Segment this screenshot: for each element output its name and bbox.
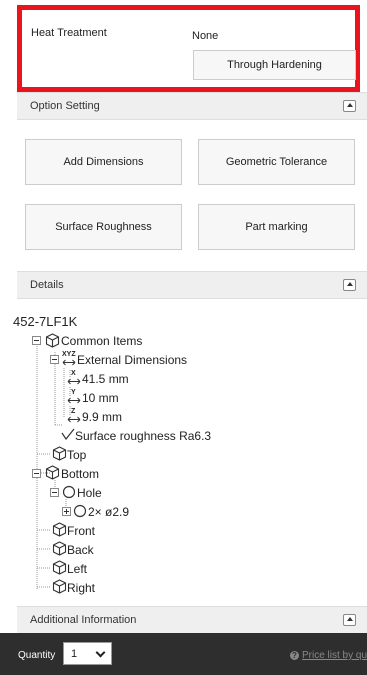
cube-icon — [52, 446, 67, 461]
quantity-select[interactable]: 1 — [63, 642, 112, 665]
price-list-link[interactable]: ?Price list by quanti — [290, 650, 367, 661]
collapse-icon[interactable] — [343, 614, 356, 626]
tree-hole[interactable]: Hole — [77, 486, 102, 500]
tree-bottom[interactable]: Bottom — [61, 467, 99, 481]
chevron-down-icon — [95, 647, 106, 658]
y-axis-icon: Y — [71, 389, 76, 396]
collapse-minus-icon[interactable] — [50, 355, 60, 365]
part-number: 452-7LF1K — [13, 314, 78, 329]
cube-icon — [52, 560, 67, 575]
tree-common-items[interactable]: Common Items — [61, 334, 142, 348]
footer-bar: Quantity 1 ?Price list by quanti — [0, 633, 367, 675]
arrow-both-icon — [62, 359, 76, 366]
expand-plus-icon[interactable] — [62, 507, 72, 517]
additional-information-header[interactable]: Additional Information — [17, 606, 367, 634]
z-axis-icon: Z — [71, 408, 76, 415]
tree-external-dimensions[interactable]: External Dimensions — [77, 353, 187, 367]
tree-dim-z: 9.9 mm — [82, 410, 123, 424]
tree-surface-roughness[interactable]: Surface roughness Ra6.3 — [75, 429, 211, 443]
cube-icon — [52, 579, 67, 594]
arrow-both-icon — [67, 378, 81, 385]
tree-hole-detail[interactable]: 2× ø2.9 — [88, 505, 129, 519]
cube-icon — [52, 541, 67, 556]
roughness-symbol-icon — [61, 428, 75, 440]
tree-back[interactable]: Back — [67, 543, 94, 557]
collapse-minus-icon[interactable] — [32, 469, 42, 479]
xyz-icon: XYZ — [62, 351, 76, 358]
arrow-both-icon — [67, 397, 81, 404]
tree-right[interactable]: Right — [67, 581, 95, 595]
collapse-minus-icon[interactable] — [32, 336, 42, 346]
tree-front[interactable]: Front — [67, 524, 95, 538]
tree-dim-x: 41.5 mm — [82, 372, 129, 386]
price-list-link-text: Price list by quanti — [302, 650, 367, 661]
tree-dim-y: 10 mm — [82, 391, 119, 405]
quantity-label: Quantity — [18, 650, 56, 661]
tree-left[interactable]: Left — [67, 562, 87, 576]
x-axis-icon: X — [71, 370, 76, 377]
cube-icon — [45, 465, 60, 480]
help-icon: ? — [290, 651, 299, 660]
cube-icon — [52, 522, 67, 537]
additional-information-title: Additional Information — [30, 614, 137, 626]
circle-icon — [73, 504, 87, 518]
collapse-minus-icon[interactable] — [50, 488, 60, 498]
arrow-both-icon — [67, 416, 81, 423]
cube-icon — [45, 333, 60, 348]
tree-top[interactable]: Top — [67, 448, 86, 462]
circle-icon — [62, 485, 76, 499]
quantity-value: 1 — [71, 648, 78, 660]
